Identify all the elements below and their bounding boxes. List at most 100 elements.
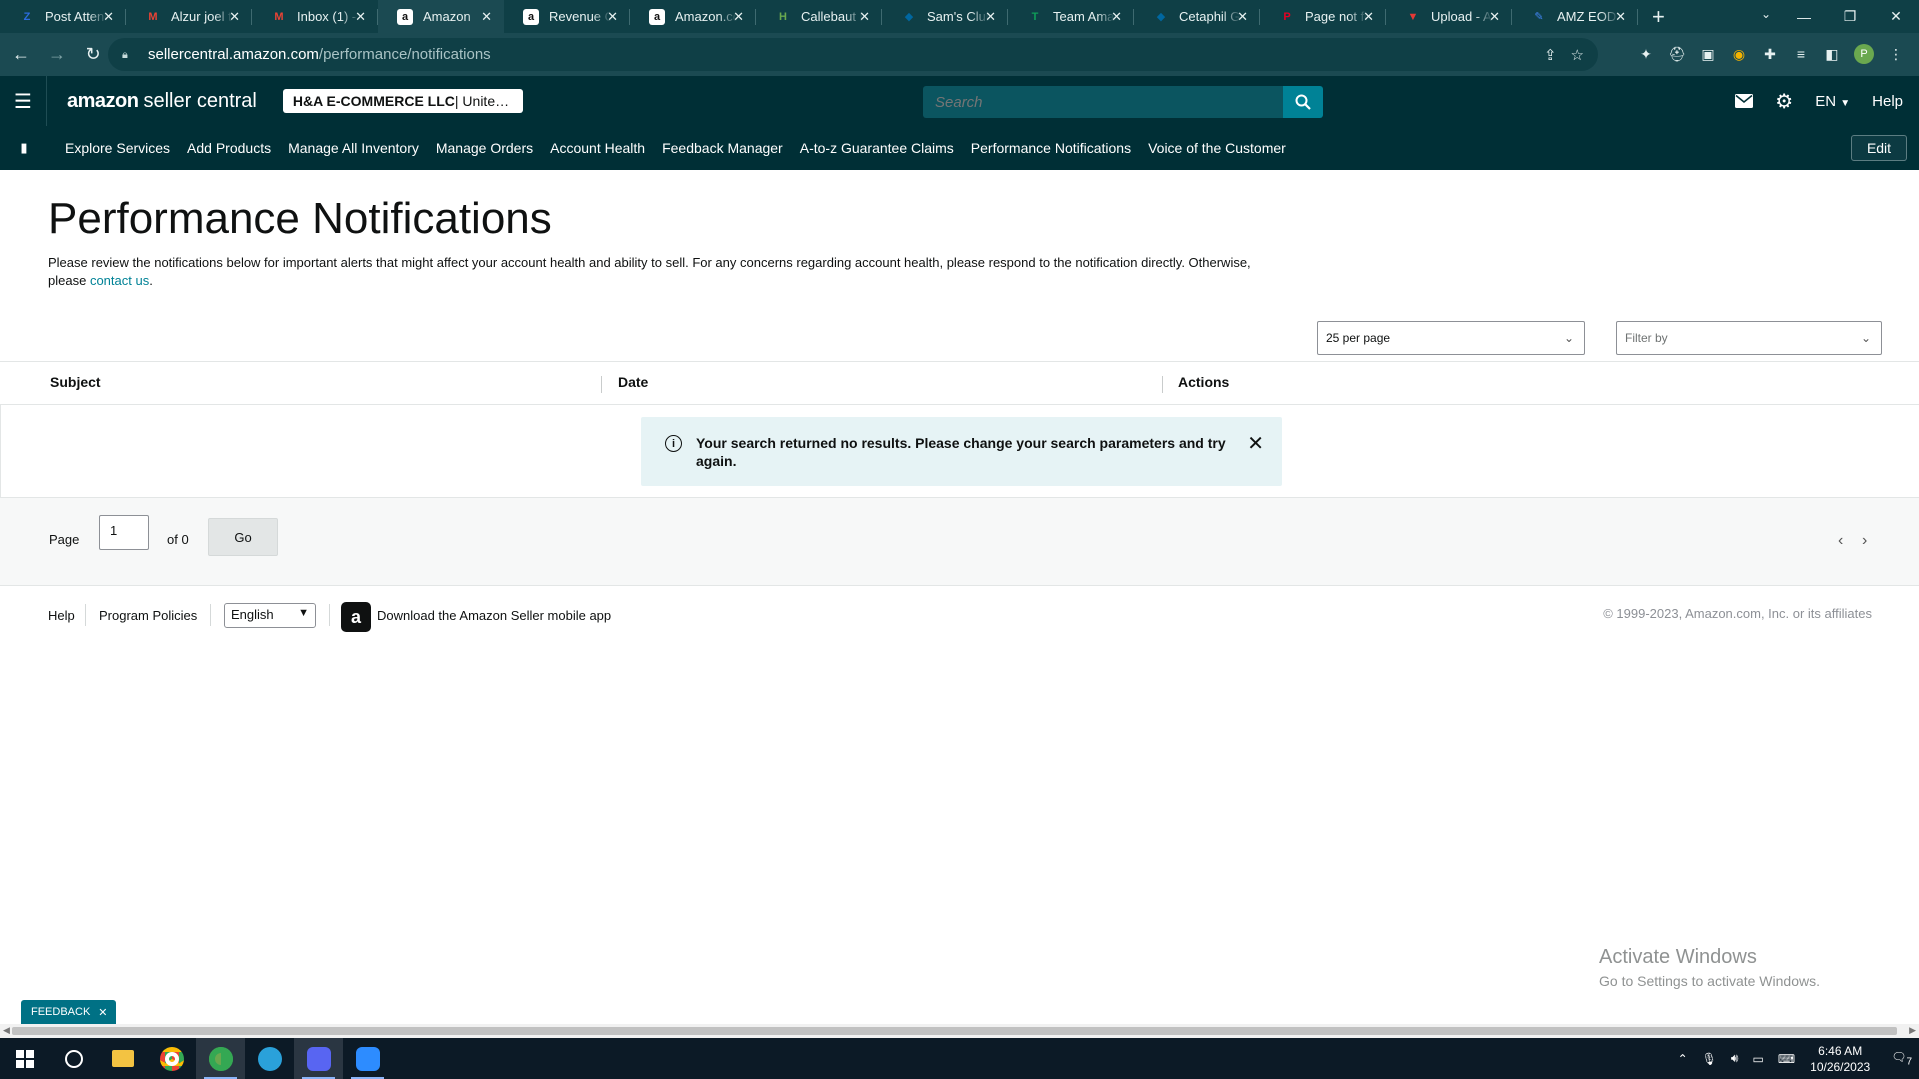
browser-tab[interactable]: Z Post Attend ✕	[0, 0, 126, 33]
download-app-link[interactable]: Download the Amazon Seller mobile app	[377, 608, 611, 623]
tab-close-icon[interactable]: ✕	[229, 9, 240, 25]
forward-icon[interactable]: →	[42, 44, 72, 65]
telegram-icon[interactable]	[245, 1038, 294, 1079]
zoom-icon[interactable]	[343, 1038, 392, 1079]
extension-puzzle-blue-icon[interactable]: ✦	[1637, 45, 1655, 63]
file-explorer-icon[interactable]	[98, 1038, 147, 1079]
profile-avatar[interactable]: P	[1854, 44, 1874, 64]
tab-close-icon[interactable]: ✕	[859, 9, 870, 25]
volume-icon[interactable]: 🔊︎	[1731, 1051, 1739, 1066]
seller-central-logo[interactable]: amazon seller central	[46, 76, 257, 126]
page-number-input[interactable]: 1	[99, 515, 149, 550]
tab-close-icon[interactable]: ✕	[1111, 9, 1122, 25]
chrome-profile-icon[interactable]	[196, 1038, 245, 1079]
browser-tab[interactable]: P Page not fo ✕	[1260, 0, 1386, 33]
tab-close-icon[interactable]: ✕	[1615, 9, 1626, 25]
keyboard-icon[interactable]: ⌨	[1778, 1052, 1795, 1066]
tab-close-icon[interactable]: ✕	[103, 9, 114, 25]
browser-tab[interactable]: M Alzur joel t ✕	[126, 0, 252, 33]
contact-us-link[interactable]: contact us	[90, 273, 149, 288]
bookmark-icon[interactable]: ▮	[0, 140, 48, 156]
column-date[interactable]: Date	[618, 374, 648, 390]
restore-icon[interactable]: ❐	[1827, 8, 1873, 25]
feedback-button[interactable]: FEEDBACK ✕	[21, 1000, 116, 1024]
nav-a-to-z-claims[interactable]: A-to-z Guarantee Claims	[800, 140, 954, 156]
tab-close-icon[interactable]: ✕	[481, 9, 492, 25]
chrome-menu-icon[interactable]: ⋮	[1887, 45, 1905, 63]
amazon-seller-app-icon[interactable]: a	[341, 602, 371, 632]
account-switcher[interactable]: H&A E-COMMERCE LLC | Unite…	[282, 89, 523, 113]
extension-circle-icon[interactable]: ◉	[1730, 45, 1748, 63]
side-panel-icon[interactable]: ◧	[1823, 45, 1841, 63]
edit-nav-button[interactable]: Edit	[1851, 135, 1907, 161]
extension-incognito-icon[interactable]: ⛑	[1668, 45, 1686, 63]
discord-icon[interactable]	[294, 1038, 343, 1079]
tab-close-icon[interactable]: ✕	[1489, 9, 1500, 25]
nav-add-products[interactable]: Add Products	[187, 140, 271, 156]
chrome-icon[interactable]	[147, 1038, 196, 1079]
tray-chevron-up-icon[interactable]: ⌃	[1678, 1052, 1688, 1066]
footer-help-link[interactable]: Help	[48, 608, 75, 623]
nav-explore-services[interactable]: Explore Services	[65, 140, 170, 156]
scroll-right-icon[interactable]: ▶	[1909, 1025, 1916, 1036]
chevron-left-icon[interactable]: ‹	[1838, 532, 1843, 550]
browser-tab[interactable]: H Callebaut F ✕	[756, 0, 882, 33]
tab-close-icon[interactable]: ✕	[733, 9, 744, 25]
nav-manage-all-inventory[interactable]: Manage All Inventory	[288, 140, 419, 156]
program-policies-link[interactable]: Program Policies	[99, 608, 197, 623]
windows-start-icon[interactable]	[0, 1038, 49, 1079]
mail-icon[interactable]	[1735, 94, 1754, 108]
nav-manage-orders[interactable]: Manage Orders	[436, 140, 533, 156]
search-button[interactable]	[1283, 86, 1323, 118]
column-subject[interactable]: Subject	[50, 374, 101, 390]
network-icon[interactable]: ▭	[1752, 1052, 1763, 1066]
tab-close-icon[interactable]: ✕	[985, 9, 996, 25]
help-link[interactable]: Help	[1872, 93, 1903, 110]
filter-by-select[interactable]: Filter by ⌄	[1616, 321, 1882, 355]
extension-image-icon[interactable]: ▣	[1699, 45, 1717, 63]
media-control-icon[interactable]: ≡	[1792, 45, 1810, 63]
footer-language-select[interactable]: English ▼	[224, 603, 316, 628]
reload-icon[interactable]: ↻	[78, 44, 108, 65]
chevron-right-icon[interactable]: ›	[1862, 532, 1867, 550]
microphone-icon[interactable]: 🎙︎	[1702, 1052, 1717, 1066]
share-icon[interactable]: ⇪	[1544, 46, 1557, 64]
tab-close-icon[interactable]: ✕	[355, 9, 366, 25]
browser-tab[interactable]: ✎ AMZ EOD I ✕	[1512, 0, 1638, 33]
back-icon[interactable]: ←	[6, 44, 36, 65]
extensions-icon[interactable]: ✚	[1761, 45, 1779, 63]
bookmark-star-icon[interactable]: ☆	[1571, 46, 1584, 64]
hamburger-menu-icon[interactable]: ☰	[0, 89, 46, 114]
close-icon[interactable]: ✕	[1247, 431, 1264, 456]
per-page-select[interactable]: 25 per page ⌄	[1317, 321, 1585, 355]
search-input[interactable]	[923, 86, 1283, 118]
browser-tab[interactable]: a Amazon.co ✕	[630, 0, 756, 33]
window-close-icon[interactable]: ✕	[1873, 8, 1919, 25]
system-clock[interactable]: 6:46 AM 10/26/2023	[1810, 1043, 1870, 1075]
cortana-search-icon[interactable]	[49, 1038, 98, 1079]
browser-tab[interactable]: ◆ Sam's Club ✕	[882, 0, 1008, 33]
language-selector[interactable]: EN ▼	[1815, 93, 1850, 110]
notification-center-icon[interactable]: 🗨︎7	[1891, 1050, 1912, 1067]
tab-close-icon[interactable]: ✕	[607, 9, 618, 25]
nav-voice-of-customer[interactable]: Voice of the Customer	[1148, 140, 1286, 156]
browser-tab[interactable]: a Amazon ✕	[378, 0, 504, 33]
nav-account-health[interactable]: Account Health	[550, 140, 645, 156]
go-button[interactable]: Go	[208, 518, 278, 556]
settings-gear-icon[interactable]: ⚙	[1775, 89, 1793, 114]
close-icon[interactable]: ✕	[98, 1006, 107, 1019]
browser-tab[interactable]: M Inbox (1) - ✕	[252, 0, 378, 33]
tab-close-icon[interactable]: ✕	[1237, 9, 1248, 25]
browser-tab[interactable]: ◆ Cetaphil G ✕	[1134, 0, 1260, 33]
minimize-icon[interactable]: —	[1781, 9, 1827, 25]
scroll-left-icon[interactable]: ◀	[3, 1025, 10, 1036]
address-bar[interactable]: 🔒︎ sellercentral.amazon.com/performance/…	[108, 38, 1598, 71]
browser-tab[interactable]: T Team Ama ✕	[1008, 0, 1134, 33]
browser-tab[interactable]: ▼ Upload - A ✕	[1386, 0, 1512, 33]
scrollbar-thumb[interactable]	[12, 1027, 1897, 1035]
nav-performance-notifications[interactable]: Performance Notifications	[971, 140, 1131, 156]
nav-feedback-manager[interactable]: Feedback Manager	[662, 140, 783, 156]
browser-tab[interactable]: a Revenue C ✕	[504, 0, 630, 33]
tab-search-icon[interactable]: ⌄	[1761, 7, 1771, 21]
new-tab-icon[interactable]: +	[1652, 4, 1665, 30]
